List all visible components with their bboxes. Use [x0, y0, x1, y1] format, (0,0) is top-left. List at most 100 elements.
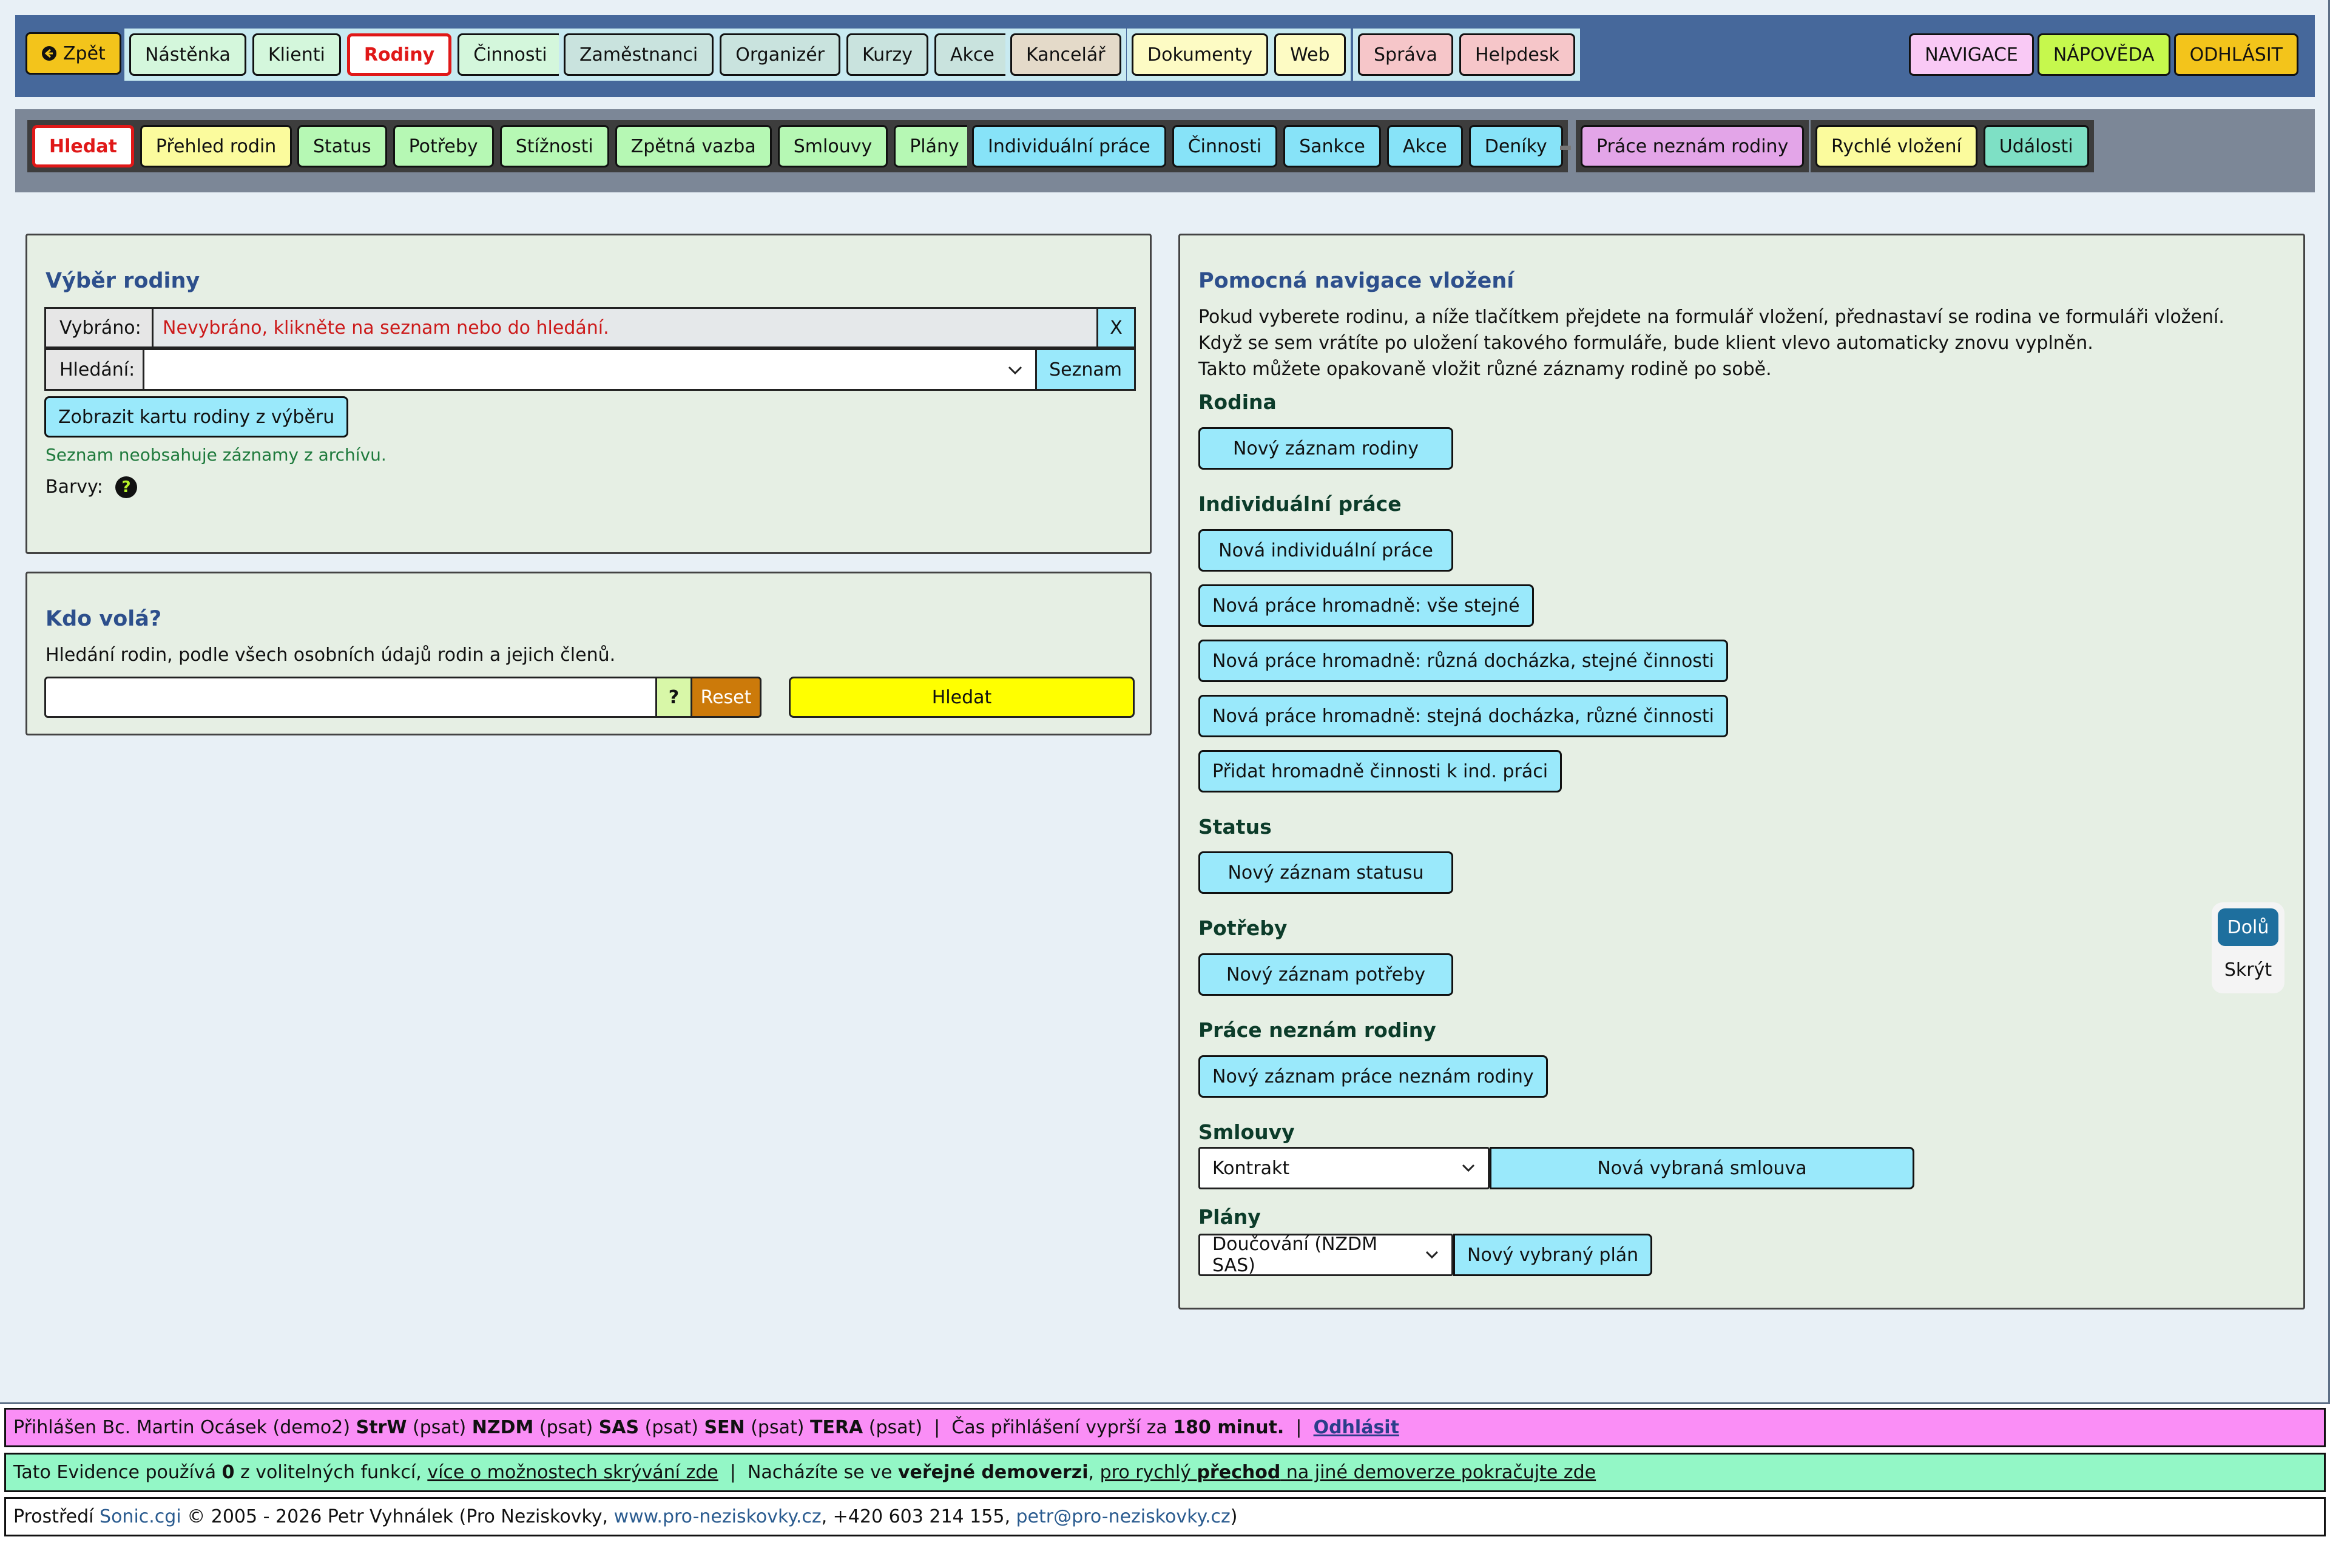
nav-events[interactable]: Akce: [934, 33, 1010, 76]
chevron-down-icon: [1008, 366, 1022, 375]
section-plans: Plány: [1198, 1205, 1261, 1229]
demo-info-footer: Tato Evidence používá 0 z volitelných fu…: [4, 1453, 2326, 1492]
section-family: Rodina: [1198, 390, 1277, 414]
sonic-link[interactable]: Sonic.cgi: [100, 1506, 181, 1527]
caller-search-button[interactable]: Hledat: [789, 677, 1135, 718]
search-label: Hledání:: [44, 348, 144, 391]
nav-administration[interactable]: Správa: [1358, 33, 1453, 76]
contract-select[interactable]: Kontrakt: [1198, 1147, 1490, 1189]
new-family-record-button[interactable]: Nový záznam rodiny: [1198, 427, 1453, 470]
help-button[interactable]: NÁPOVĚDA: [2037, 33, 2170, 76]
caller-search-title: Kdo volá?: [46, 607, 162, 631]
back-button-label: Zpět: [63, 42, 106, 64]
subnav-overview[interactable]: Přehled rodin: [140, 125, 292, 167]
subnav-events[interactable]: Akce: [1386, 125, 1463, 167]
demo-location-text: | Nacházíte se ve: [718, 1462, 898, 1483]
bulk-work-diff-activities-button[interactable]: Nová práce hromadně: stejná docházka, rů…: [1198, 695, 1729, 737]
nav-web[interactable]: Web: [1274, 33, 1346, 76]
other-demo-link-part3: na jiné demoverze pokračujte zde: [1280, 1462, 1596, 1483]
subnav-group-quick: Rychlé vložení Události: [1811, 120, 2094, 172]
other-demo-link-part2: přechod: [1197, 1462, 1281, 1483]
top-navigation-bar: Zpět Nástěnka Klienti Rodiny Činnosti Za…: [15, 15, 2315, 97]
subnav-events-log[interactable]: Události: [1983, 125, 2089, 167]
role-sas-mode: (psat): [639, 1417, 704, 1438]
subnav-status[interactable]: Status: [297, 125, 387, 167]
topnav-group-main: Nástěnka Klienti Rodiny Činnosti: [124, 29, 568, 81]
new-individual-work-button[interactable]: Nová individuální práce: [1198, 529, 1453, 572]
bulk-work-diff-attendance-button[interactable]: Nová práce hromadně: různá docházka, ste…: [1198, 640, 1729, 682]
subnav-group-work: Individuální práce Činnosti Sankce Akce …: [967, 120, 1568, 172]
subnav-feedback[interactable]: Zpětná vazba: [615, 125, 772, 167]
new-selected-plan-button[interactable]: Nový vybraný plán: [1453, 1234, 1653, 1276]
nav-helpdesk[interactable]: Helpdesk: [1459, 33, 1575, 76]
subnav-search[interactable]: Hledat: [32, 125, 134, 167]
phone-text: , +420 603 214 155,: [821, 1506, 1016, 1527]
hiding-options-link[interactable]: více o možnostech skrývání zde: [427, 1462, 718, 1483]
help-icon[interactable]: ?: [115, 476, 137, 498]
subnav-diaries[interactable]: Deníky: [1468, 125, 1563, 167]
subnav-plans[interactable]: Plány: [894, 125, 975, 167]
caller-help-button[interactable]: ?: [657, 677, 692, 718]
navigation-button[interactable]: NAVIGACE: [1909, 33, 2034, 76]
subnav-sanctions[interactable]: Sankce: [1283, 125, 1381, 167]
clear-selection-button[interactable]: X: [1098, 307, 1136, 348]
nav-office[interactable]: Kancelář: [1010, 33, 1121, 76]
family-search-select[interactable]: [144, 348, 1038, 391]
selected-family-value[interactable]: Nevybráno, klikněte na seznam nebo do hl…: [154, 307, 1098, 348]
list-button[interactable]: Seznam: [1037, 348, 1136, 391]
subnav-activities[interactable]: Činnosti: [1172, 125, 1278, 167]
new-need-button[interactable]: Nový záznam potřeby: [1198, 953, 1453, 996]
contract-select-value: Kontrakt: [1212, 1157, 1290, 1179]
caller-search-input[interactable]: [44, 677, 657, 718]
bulk-work-same-button[interactable]: Nová práce hromadně: vše stejné: [1198, 584, 1534, 627]
back-button[interactable]: Zpět: [25, 32, 121, 75]
archive-note: Seznam neobsahuje záznamy z archívu.: [46, 445, 387, 465]
role-tera: TERA: [809, 1417, 863, 1438]
caller-search-panel: Kdo volá? Hledání rodin, podle všech oso…: [25, 572, 1152, 735]
nav-employees[interactable]: Zaměstnanci: [564, 33, 714, 76]
subnav-needs[interactable]: Potřeby: [393, 125, 494, 167]
nav-courses[interactable]: Kurzy: [846, 33, 929, 76]
footer-logout-link[interactable]: Odhlásit: [1314, 1417, 1399, 1438]
topnav-group-docs: Dokumenty Web: [1127, 29, 1351, 81]
bulk-add-activities-button[interactable]: Přidat hromadně činnosti k ind. práci: [1198, 750, 1562, 792]
subnav-unknown-family-work[interactable]: Práce neznám rodiny: [1581, 125, 1805, 167]
reset-button[interactable]: Reset: [692, 677, 761, 718]
nav-dashboard[interactable]: Nástěnka: [129, 33, 246, 76]
email-link[interactable]: petr@pro-neziskovky.cz: [1016, 1506, 1231, 1527]
search-row: Hledání: Seznam: [44, 348, 1136, 391]
website-link[interactable]: www.pro-neziskovky.cz: [614, 1506, 822, 1527]
logout-button[interactable]: ODHLÁSIT: [2173, 33, 2298, 76]
login-user-text: Přihlášen Bc. Martin Ocásek (demo2): [13, 1417, 356, 1438]
topnav-group-office: Kancelář: [1005, 29, 1126, 81]
family-selection-panel: Výběr rodiny Vybráno: Nevybráno, kliknět…: [25, 234, 1152, 554]
other-demo-link[interactable]: pro rychlý přechod na jiné demoverze pok…: [1100, 1462, 1596, 1483]
subnav-contracts[interactable]: Smlouvy: [777, 125, 888, 167]
subnav-complaints[interactable]: Stížnosti: [499, 125, 609, 167]
nav-organizer[interactable]: Organizér: [720, 33, 840, 76]
role-strw-mode: (psat): [407, 1417, 472, 1438]
show-family-card-button[interactable]: Zobrazit kartu rodiny z výběru: [44, 396, 349, 438]
nav-families[interactable]: Rodiny: [346, 33, 452, 76]
new-unknown-family-work-button[interactable]: Nový záznam práce neznám rodiny: [1198, 1055, 1548, 1098]
footer-separator: |: [1284, 1417, 1314, 1438]
other-demo-link-part1: pro rychlý: [1099, 1462, 1197, 1483]
subnav-quick-insert[interactable]: Rychlé vložení: [1815, 125, 1977, 167]
insert-navigation-text-1: Pokud vyberete rodinu, a níže tlačítkem …: [1198, 306, 2224, 328]
hide-controls-button[interactable]: Skrýt: [2218, 952, 2278, 987]
new-selected-contract-button[interactable]: Nová vybraná smlouva: [1490, 1147, 1914, 1189]
caller-search-description: Hledání rodin, podle všech osobních údaj…: [46, 644, 616, 666]
plan-select[interactable]: Doučování (NZDM SAS): [1198, 1234, 1453, 1276]
colors-label: Barvy:: [46, 476, 103, 498]
insert-navigation-title: Pomocná navigace vložení: [1198, 269, 1514, 293]
plan-select-value: Doučování (NZDM SAS): [1212, 1234, 1378, 1276]
scroll-down-button[interactable]: Dolů: [2218, 908, 2278, 946]
nav-clients[interactable]: Klienti: [252, 33, 341, 76]
insert-navigation-panel: Pomocná navigace vložení Pokud vyberete …: [1178, 234, 2305, 1309]
nav-activities[interactable]: Činnosti: [458, 33, 563, 76]
selected-label: Vybráno:: [44, 307, 154, 348]
subnav-individual-work[interactable]: Individuální práce: [972, 125, 1166, 167]
nav-documents[interactable]: Dokumenty: [1132, 33, 1269, 76]
new-status-button[interactable]: Nový záznam statusu: [1198, 851, 1453, 894]
topnav-group-staff: Zaměstnanci Organizér Kurzy Akce: [559, 29, 1015, 81]
